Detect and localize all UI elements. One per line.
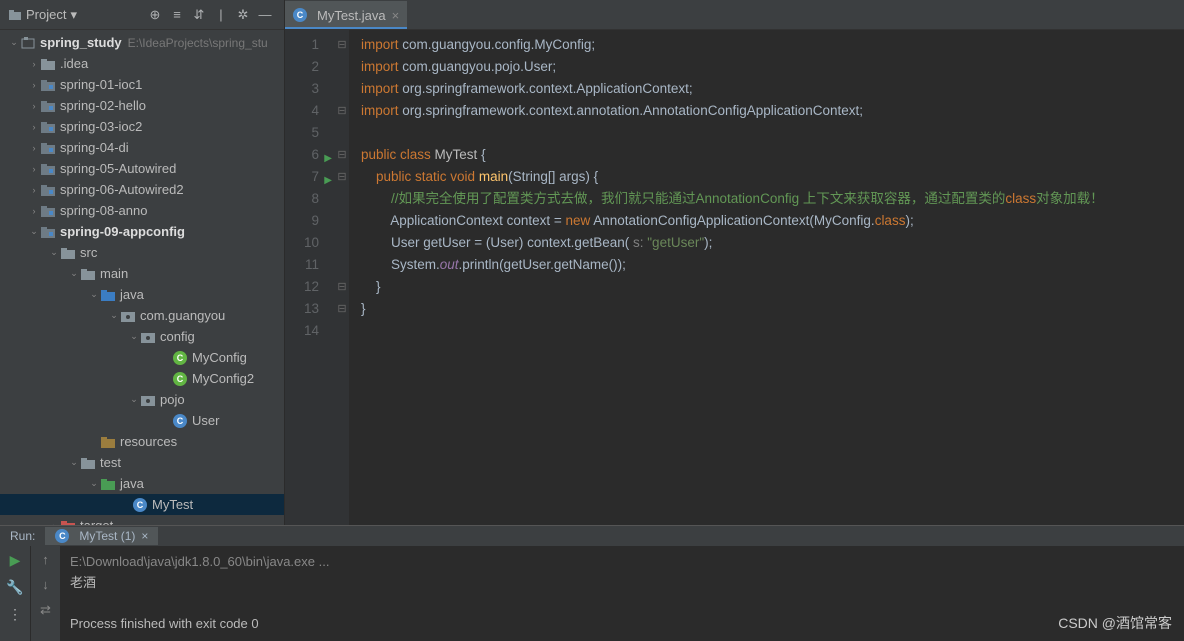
wrench-icon[interactable]: 🔧 [6, 579, 23, 596]
sidebar-header: Project ▾ ⊕ ≡ ⇵ | ✲ — [0, 0, 284, 30]
tree-item[interactable]: ⌄main [0, 263, 284, 284]
filter-icon[interactable]: ⇄ [40, 602, 51, 618]
mod-icon [40, 98, 56, 114]
close-icon[interactable]: × [141, 529, 148, 543]
editor-tabs: C MyTest.java × [285, 0, 1184, 30]
tree-item[interactable]: ⌄java [0, 473, 284, 494]
minimize-icon[interactable]: — [256, 6, 274, 24]
res-icon [100, 434, 116, 450]
rerun-icon[interactable]: ▶ [10, 552, 21, 569]
java-icon: C [172, 413, 188, 429]
project-selector[interactable]: Project ▾ [8, 7, 77, 23]
java-icon: C [293, 8, 307, 22]
folder-icon [80, 455, 96, 471]
pkg-icon [120, 308, 136, 324]
tree-item[interactable]: CUser [0, 410, 284, 431]
mod-icon [40, 203, 56, 219]
folder-icon [40, 56, 56, 72]
mod-icon [40, 119, 56, 135]
expand-icon[interactable]: ≡ [168, 6, 186, 24]
tree-item[interactable]: ⌄config [0, 326, 284, 347]
tree-item[interactable]: ›spring-08-anno [0, 200, 284, 221]
mod-icon [40, 224, 56, 240]
cfg-icon: C [172, 371, 188, 387]
mod-icon [40, 182, 56, 198]
file-tab[interactable]: C MyTest.java × [285, 1, 407, 29]
run-toolbar: ▶ 🔧 ⋮ [0, 546, 30, 641]
tree-item[interactable]: ⌄com.guangyou [0, 305, 284, 326]
tree-item[interactable]: ›spring-04-di [0, 137, 284, 158]
code-editor[interactable]: 123456▶7▶891011121314 ⊟⊟⊟⊟⊟⊟ import com.… [285, 30, 1184, 525]
tree-item[interactable]: ⌄test [0, 452, 284, 473]
tree-item[interactable]: ›target [0, 515, 284, 525]
tree-item[interactable]: ›spring-03-ioc2 [0, 116, 284, 137]
java-icon: C [132, 497, 148, 513]
settings-icon[interactable]: ✲ [234, 6, 252, 24]
mod-icon [40, 140, 56, 156]
project-sidebar: Project ▾ ⊕ ≡ ⇵ | ✲ — ⌄ spring_study E:\… [0, 0, 285, 525]
tree-item[interactable]: ⌄java [0, 284, 284, 305]
java-icon: C [55, 529, 69, 543]
mod-icon [40, 161, 56, 177]
run-panel: Run: C MyTest (1) × ▶ 🔧 ⋮ ↑ ↓ ⇄ E:\Downl… [0, 525, 1184, 641]
more-icon[interactable]: ⋮ [8, 606, 22, 623]
tree-item[interactable]: ›spring-06-Autowired2 [0, 179, 284, 200]
down-icon[interactable]: ↓ [42, 577, 49, 592]
project-tree[interactable]: ⌄ spring_study E:\IdeaProjects\spring_st… [0, 30, 284, 525]
tree-item[interactable]: ⌄spring-09-appconfig [0, 221, 284, 242]
tree-item[interactable]: CMyConfig [0, 347, 284, 368]
tree-item[interactable]: CMyTest [0, 494, 284, 515]
folder-icon [80, 266, 96, 282]
tree-item[interactable]: ›spring-05-Autowired [0, 158, 284, 179]
close-icon[interactable]: × [392, 8, 400, 23]
collapse-icon[interactable]: ⇵ [190, 6, 208, 24]
cfg-icon: C [172, 350, 188, 366]
tree-item[interactable]: ›spring-02-hello [0, 95, 284, 116]
module-icon [20, 35, 36, 51]
tree-item[interactable]: ›.idea [0, 53, 284, 74]
tree-item[interactable]: ⌄src [0, 242, 284, 263]
tree-item[interactable]: CMyConfig2 [0, 368, 284, 389]
locate-icon[interactable]: ⊕ [146, 6, 164, 24]
editor-area: C MyTest.java × 123456▶7▶891011121314 ⊟⊟… [285, 0, 1184, 525]
run-output[interactable]: E:\Download\java\jdk1.8.0_60\bin\java.ex… [60, 546, 1184, 641]
test-icon [100, 476, 116, 492]
pkg-icon [140, 392, 156, 408]
pkg-icon [140, 329, 156, 345]
src-icon [100, 287, 116, 303]
up-icon[interactable]: ↑ [42, 552, 49, 567]
run-header: Run: C MyTest (1) × [0, 526, 1184, 546]
tree-root[interactable]: ⌄ spring_study E:\IdeaProjects\spring_st… [0, 32, 284, 53]
run-gutter-icon[interactable]: ▶ [324, 170, 332, 192]
folder-icon [8, 8, 22, 22]
run-tab[interactable]: C MyTest (1) × [45, 527, 158, 545]
folder-icon [60, 245, 76, 261]
tree-item[interactable]: resources [0, 431, 284, 452]
run-label: Run: [10, 529, 35, 543]
target-icon [60, 518, 76, 526]
run-gutter-icon[interactable]: ▶ [324, 148, 332, 170]
mod-icon [40, 77, 56, 93]
run-subtools: ↑ ↓ ⇄ [30, 546, 60, 641]
tree-item[interactable]: ⌄pojo [0, 389, 284, 410]
divider: | [212, 6, 230, 24]
tree-item[interactable]: ›spring-01-ioc1 [0, 74, 284, 95]
